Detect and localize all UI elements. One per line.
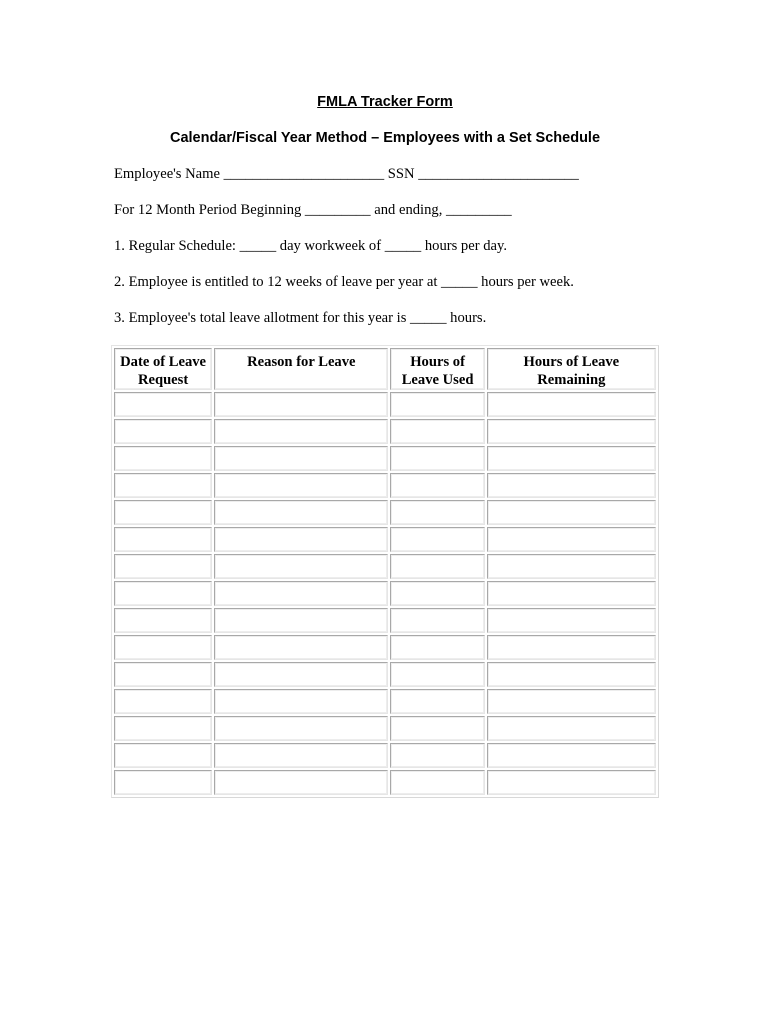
entitlement-line: 2. Employee is entitled to 12 weeks of l… bbox=[114, 274, 574, 290]
table-row bbox=[114, 662, 656, 687]
hours-used-cell[interactable] bbox=[390, 716, 485, 741]
date-of-leave-cell[interactable] bbox=[114, 419, 213, 444]
hours-remaining-cell[interactable] bbox=[486, 554, 656, 579]
date-of-leave-cell[interactable] bbox=[114, 392, 213, 417]
hours-remaining-cell[interactable] bbox=[486, 743, 656, 768]
reason-for-leave-cell[interactable] bbox=[214, 608, 389, 633]
hours-used-cell[interactable] bbox=[390, 554, 485, 579]
reason-for-leave-cell[interactable] bbox=[214, 716, 389, 741]
table-row bbox=[114, 392, 656, 417]
reason-for-leave-cell[interactable] bbox=[214, 554, 389, 579]
reason-for-leave-cell[interactable] bbox=[214, 527, 389, 552]
date-of-leave-cell[interactable] bbox=[114, 716, 213, 741]
date-of-leave-cell[interactable] bbox=[114, 500, 213, 525]
date-of-leave-cell[interactable] bbox=[114, 743, 213, 768]
header-line: Leave Used bbox=[401, 372, 474, 388]
header-line: Reason for Leave bbox=[247, 354, 356, 370]
hours-remaining-cell[interactable] bbox=[486, 527, 656, 552]
table-row bbox=[114, 743, 656, 768]
hours-remaining-cell[interactable] bbox=[486, 716, 656, 741]
hours-remaining-cell[interactable] bbox=[486, 473, 656, 498]
reason-for-leave-cell[interactable] bbox=[214, 500, 389, 525]
period-line: For 12 Month Period Beginning _________ … bbox=[114, 202, 512, 218]
reason-for-leave-cell[interactable] bbox=[214, 743, 389, 768]
reason-for-leave-cell[interactable] bbox=[214, 635, 389, 660]
regular-schedule-line: 1. Regular Schedule: _____ day workweek … bbox=[114, 238, 507, 254]
date-of-leave-cell[interactable] bbox=[114, 689, 213, 714]
hours-used-cell[interactable] bbox=[390, 392, 485, 417]
hours-used-cell[interactable] bbox=[390, 446, 485, 471]
table-row bbox=[114, 473, 656, 498]
header-line: Date of Leave bbox=[120, 354, 207, 370]
header-line: Hours of Leave bbox=[523, 354, 620, 370]
table-row bbox=[114, 581, 656, 606]
hours-remaining-cell[interactable] bbox=[486, 446, 656, 471]
hours-used-cell[interactable] bbox=[390, 770, 485, 795]
hours-remaining-cell[interactable] bbox=[486, 662, 656, 687]
table-row bbox=[114, 608, 656, 633]
header-date-of-leave-request: Date of Leave Request bbox=[114, 348, 213, 390]
table-row bbox=[114, 419, 656, 444]
table-row bbox=[114, 770, 656, 795]
header-hours-of-leave-used: Hours of Leave Used bbox=[390, 348, 485, 390]
table-header-row: Date of Leave Request Reason for Leave H… bbox=[114, 348, 656, 390]
document-page: FMLA Tracker Form Calendar/Fiscal Year M… bbox=[0, 0, 770, 1024]
table-row bbox=[114, 500, 656, 525]
hours-remaining-cell[interactable] bbox=[486, 500, 656, 525]
table-row bbox=[114, 716, 656, 741]
hours-remaining-cell[interactable] bbox=[486, 392, 656, 417]
date-of-leave-cell[interactable] bbox=[114, 662, 213, 687]
hours-remaining-cell[interactable] bbox=[486, 770, 656, 795]
table-body bbox=[114, 392, 656, 795]
hours-used-cell[interactable] bbox=[390, 662, 485, 687]
date-of-leave-cell[interactable] bbox=[114, 446, 213, 471]
leave-allotment-line: 3. Employee's total leave allotment for … bbox=[114, 310, 487, 326]
table-row bbox=[114, 689, 656, 714]
hours-used-cell[interactable] bbox=[390, 419, 485, 444]
hours-remaining-cell[interactable] bbox=[486, 635, 656, 660]
date-of-leave-cell[interactable] bbox=[114, 581, 213, 606]
hours-used-cell[interactable] bbox=[390, 689, 485, 714]
reason-for-leave-cell[interactable] bbox=[214, 770, 389, 795]
reason-for-leave-cell[interactable] bbox=[214, 662, 389, 687]
leave-tracker-table: Date of Leave Request Reason for Leave H… bbox=[111, 345, 659, 798]
hours-used-cell[interactable] bbox=[390, 473, 485, 498]
reason-for-leave-cell[interactable] bbox=[214, 392, 389, 417]
hours-remaining-cell[interactable] bbox=[486, 608, 656, 633]
header-hours-of-leave-remaining: Hours of Leave Remaining bbox=[486, 348, 656, 390]
hours-used-cell[interactable] bbox=[390, 635, 485, 660]
reason-for-leave-cell[interactable] bbox=[214, 689, 389, 714]
table-row bbox=[114, 446, 656, 471]
reason-for-leave-cell[interactable] bbox=[214, 419, 389, 444]
hours-used-cell[interactable] bbox=[390, 743, 485, 768]
header-line: Hours of bbox=[410, 354, 465, 370]
form-subtitle: Calendar/Fiscal Year Method – Employees … bbox=[169, 130, 601, 146]
reason-for-leave-cell[interactable] bbox=[214, 473, 389, 498]
reason-for-leave-cell[interactable] bbox=[214, 446, 389, 471]
header-reason-for-leave: Reason for Leave bbox=[214, 348, 389, 390]
hours-used-cell[interactable] bbox=[390, 608, 485, 633]
form-title: FMLA Tracker Form bbox=[317, 94, 453, 110]
date-of-leave-cell[interactable] bbox=[114, 473, 213, 498]
hours-remaining-cell[interactable] bbox=[486, 689, 656, 714]
date-of-leave-cell[interactable] bbox=[114, 608, 213, 633]
header-line: Request bbox=[137, 372, 189, 388]
date-of-leave-cell[interactable] bbox=[114, 770, 213, 795]
table-row bbox=[114, 554, 656, 579]
hours-used-cell[interactable] bbox=[390, 581, 485, 606]
date-of-leave-cell[interactable] bbox=[114, 554, 213, 579]
hours-remaining-cell[interactable] bbox=[486, 419, 656, 444]
table-row bbox=[114, 527, 656, 552]
date-of-leave-cell[interactable] bbox=[114, 527, 213, 552]
header-line: Remaining bbox=[537, 372, 606, 388]
reason-for-leave-cell[interactable] bbox=[214, 581, 389, 606]
table-row bbox=[114, 635, 656, 660]
hours-remaining-cell[interactable] bbox=[486, 581, 656, 606]
hours-used-cell[interactable] bbox=[390, 527, 485, 552]
date-of-leave-cell[interactable] bbox=[114, 635, 213, 660]
hours-used-cell[interactable] bbox=[390, 500, 485, 525]
employee-name-ssn-line: Employee's Name ______________________ S… bbox=[114, 166, 579, 182]
